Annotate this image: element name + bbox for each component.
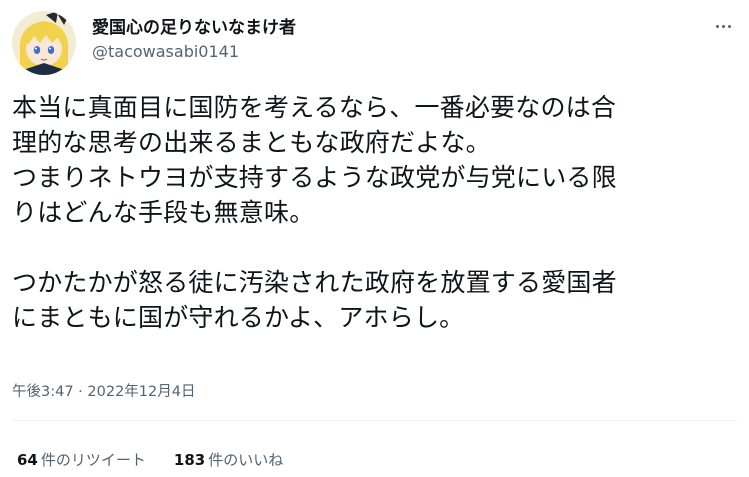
tweet-stats: 64 件のリツイート 183 件のいいね <box>17 449 283 470</box>
user-handle[interactable]: @tacowasabi0141 <box>92 42 239 61</box>
retweets-label: 件のリツイート <box>40 451 146 469</box>
more-dot <box>715 24 719 28</box>
more-dot <box>721 24 725 28</box>
divider <box>12 420 737 421</box>
more-icon[interactable] <box>711 18 735 34</box>
tweet-card: 愛国心の足りないなまけ者 @tacowasabi0141 本当に真面目に国防を考… <box>0 0 749 477</box>
likes-count: 183 <box>173 451 206 469</box>
likes-label: 件のいいね <box>208 451 284 469</box>
avatar[interactable] <box>12 11 76 75</box>
display-name[interactable]: 愛国心の足りないなまけ者 <box>92 13 296 38</box>
likes-stat[interactable]: 183 件のいいね <box>174 449 283 470</box>
avatar-image <box>12 11 76 75</box>
more-dot <box>727 24 731 28</box>
tweet-timestamp[interactable]: 午後3:47 · 2022年12月4日 <box>12 380 195 401</box>
tweet-text: 本当に真面目に国防を考えるなら、一番必要なのは合 理的な思考の出来るまともな政府… <box>12 93 617 332</box>
retweets-stat[interactable]: 64 件のリツイート <box>17 449 146 470</box>
retweets-count: 64 <box>17 451 38 469</box>
